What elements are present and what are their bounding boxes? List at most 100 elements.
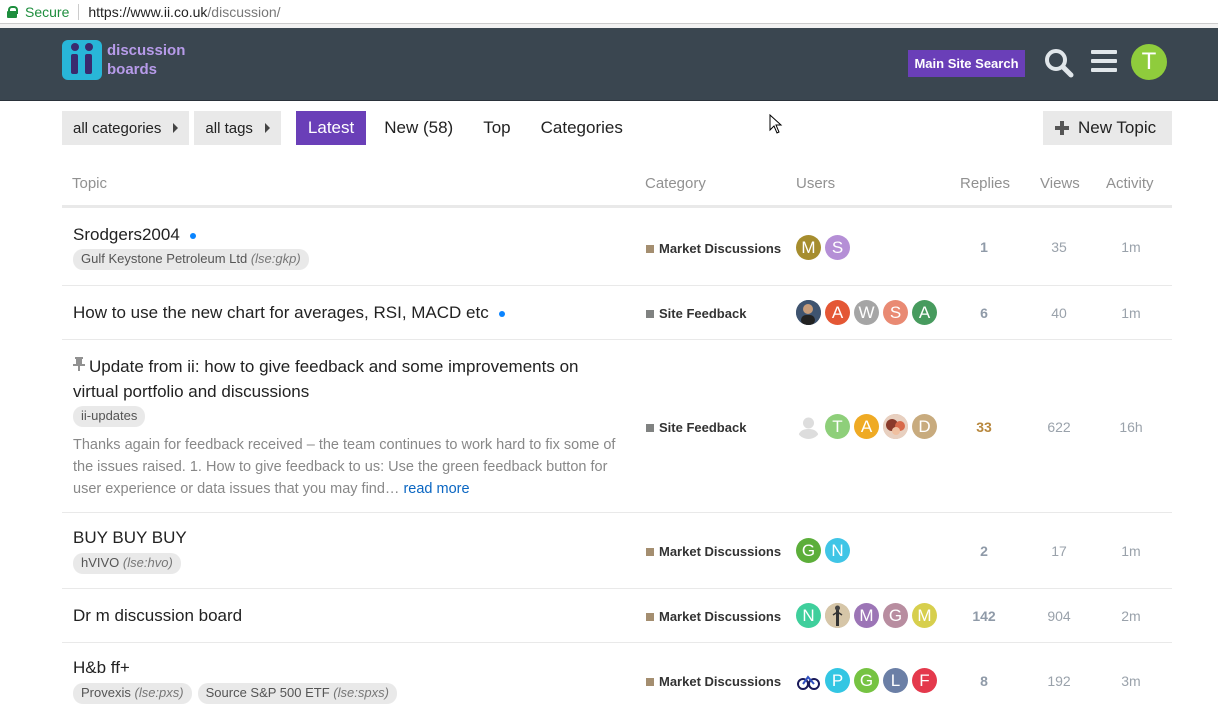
user-avatar[interactable]: A: [825, 300, 850, 325]
user-avatar[interactable]: N: [796, 603, 821, 628]
reply-count[interactable]: 8: [959, 673, 1009, 689]
topic-row[interactable]: How to use the new chart for averages, R…: [62, 286, 1172, 340]
activity-time[interactable]: 16h: [1106, 419, 1156, 435]
user-avatar[interactable]: D: [912, 414, 937, 439]
col-topic[interactable]: Topic: [72, 175, 107, 192]
tag-filter-dropdown[interactable]: all tags: [194, 111, 281, 145]
main-site-search-button[interactable]: Main Site Search: [908, 50, 1025, 77]
user-avatar-photo[interactable]: [796, 300, 821, 325]
activity-time[interactable]: 2m: [1106, 608, 1156, 624]
topic-excerpt: Thanks again for feedback received – the…: [73, 437, 616, 497]
current-user-avatar[interactable]: T: [1131, 44, 1167, 80]
category-color-square: [646, 547, 654, 556]
site-logo[interactable]: discussion boards: [62, 40, 185, 80]
view-count: 40: [1051, 305, 1067, 321]
topic-category[interactable]: Market Discussions: [646, 544, 781, 559]
topic-tag[interactable]: Provexis (lse:pxs): [73, 683, 192, 704]
user-avatar[interactable]: M: [912, 603, 937, 628]
search-icon[interactable]: [1044, 48, 1074, 78]
topic-title[interactable]: BUY BUY BUY: [73, 525, 613, 550]
topic-list-nav: all categories all tags Latest New (58) …: [62, 111, 635, 145]
topic-tag[interactable]: ii-updates: [73, 406, 146, 427]
secure-label: Secure: [25, 3, 70, 20]
tab-top[interactable]: Top: [471, 111, 522, 145]
user-avatar[interactable]: L: [883, 668, 908, 693]
topic-category[interactable]: Market Discussions: [646, 674, 781, 689]
browser-address-bar[interactable]: Secure https://www.ii.co.uk/discussion/: [0, 0, 1218, 24]
user-avatar[interactable]: F: [912, 668, 937, 693]
view-count: 35: [1051, 239, 1067, 255]
user-avatar[interactable]: P: [825, 668, 850, 693]
reply-count[interactable]: 142: [959, 608, 1009, 624]
topic-category[interactable]: Site Feedback: [646, 420, 746, 435]
reply-count[interactable]: 33: [959, 419, 1009, 435]
unread-dot-icon: [498, 310, 505, 317]
caret-right-icon: [264, 123, 270, 133]
topic-tag[interactable]: Source S&P 500 ETF (lse:spxs): [197, 683, 397, 704]
default-user-avatar-icon[interactable]: [796, 414, 821, 439]
col-views[interactable]: Views: [1040, 175, 1080, 192]
topic-row[interactable]: Dr m discussion board Market Discussions…: [62, 589, 1172, 643]
new-topic-button[interactable]: New Topic: [1043, 111, 1172, 145]
user-photo-icon: [796, 300, 821, 325]
activity-time[interactable]: 1m: [1106, 305, 1156, 321]
reply-count[interactable]: 6: [959, 305, 1009, 321]
topic-users: G N: [796, 538, 854, 563]
read-more-link[interactable]: read more: [403, 481, 469, 497]
activity-time[interactable]: 1m: [1106, 239, 1156, 255]
user-avatar[interactable]: S: [883, 300, 908, 325]
hamburger-menu-icon[interactable]: [1091, 50, 1117, 76]
user-photo-icon: [883, 414, 908, 439]
topic-row[interactable]: Srodgers2004 Gulf Keystone Petroleum Ltd…: [62, 208, 1172, 286]
view-count: 192: [1047, 673, 1071, 689]
user-avatar[interactable]: M: [854, 603, 879, 628]
topic-users: N M G M: [796, 603, 941, 628]
user-avatar[interactable]: S: [825, 235, 850, 260]
topic-title[interactable]: Update from ii: how to give feedback and…: [73, 353, 613, 404]
user-avatar-photo[interactable]: [825, 603, 850, 628]
topic-title[interactable]: Srodgers2004: [73, 222, 613, 247]
view-count: 17: [1051, 543, 1067, 559]
topic-tag[interactable]: hVIVO (lse:hvo): [73, 553, 181, 574]
tab-new[interactable]: New (58): [372, 111, 465, 145]
user-avatar[interactable]: G: [854, 668, 879, 693]
plus-icon: [1055, 121, 1069, 135]
unread-dot-icon: [189, 232, 196, 239]
topic-title[interactable]: H&b ff+: [73, 655, 613, 680]
activity-time[interactable]: 3m: [1106, 673, 1156, 689]
topic-row[interactable]: BUY BUY BUY hVIVO (lse:hvo) Market Discu…: [62, 513, 1172, 589]
user-avatar[interactable]: W: [854, 300, 879, 325]
user-avatar[interactable]: G: [883, 603, 908, 628]
user-avatar-photo[interactable]: [883, 414, 908, 439]
reply-count[interactable]: 2: [959, 543, 1009, 559]
topic-title[interactable]: How to use the new chart for averages, R…: [73, 300, 613, 325]
topic-row[interactable]: H&b ff+ Provexis (lse:pxs) Source S&P 50…: [62, 643, 1172, 705]
user-photo-icon: [796, 668, 821, 693]
url-text[interactable]: https://www.ii.co.uk/discussion/: [88, 4, 280, 20]
user-avatar[interactable]: M: [796, 235, 821, 260]
activity-time[interactable]: 1m: [1106, 543, 1156, 559]
reply-count[interactable]: 1: [959, 239, 1009, 255]
tab-categories[interactable]: Categories: [529, 111, 635, 145]
topic-category[interactable]: Market Discussions: [646, 609, 781, 624]
user-avatar[interactable]: A: [854, 414, 879, 439]
topic-users: M S: [796, 235, 854, 260]
col-replies[interactable]: Replies: [960, 175, 1010, 192]
topic-list-header: Topic Category Users Replies Views Activ…: [62, 166, 1172, 208]
topic-tag[interactable]: Gulf Keystone Petroleum Ltd (lse:gkp): [73, 249, 309, 270]
topic-users: T A D: [796, 414, 941, 439]
user-avatar[interactable]: N: [825, 538, 850, 563]
topic-users: P G L F: [796, 668, 941, 693]
topic-title[interactable]: Dr m discussion board: [73, 603, 613, 628]
topic-category[interactable]: Site Feedback: [646, 306, 746, 321]
user-avatar-photo[interactable]: [796, 668, 821, 693]
col-activity[interactable]: Activity: [1106, 175, 1154, 192]
user-avatar[interactable]: A: [912, 300, 937, 325]
col-category[interactable]: Category: [645, 175, 706, 192]
tab-latest[interactable]: Latest: [295, 111, 367, 145]
user-avatar[interactable]: G: [796, 538, 821, 563]
user-avatar[interactable]: T: [825, 414, 850, 439]
topic-category[interactable]: Market Discussions: [646, 241, 781, 256]
category-filter-dropdown[interactable]: all categories: [62, 111, 190, 145]
topic-row[interactable]: Update from ii: how to give feedback and…: [62, 340, 1172, 513]
